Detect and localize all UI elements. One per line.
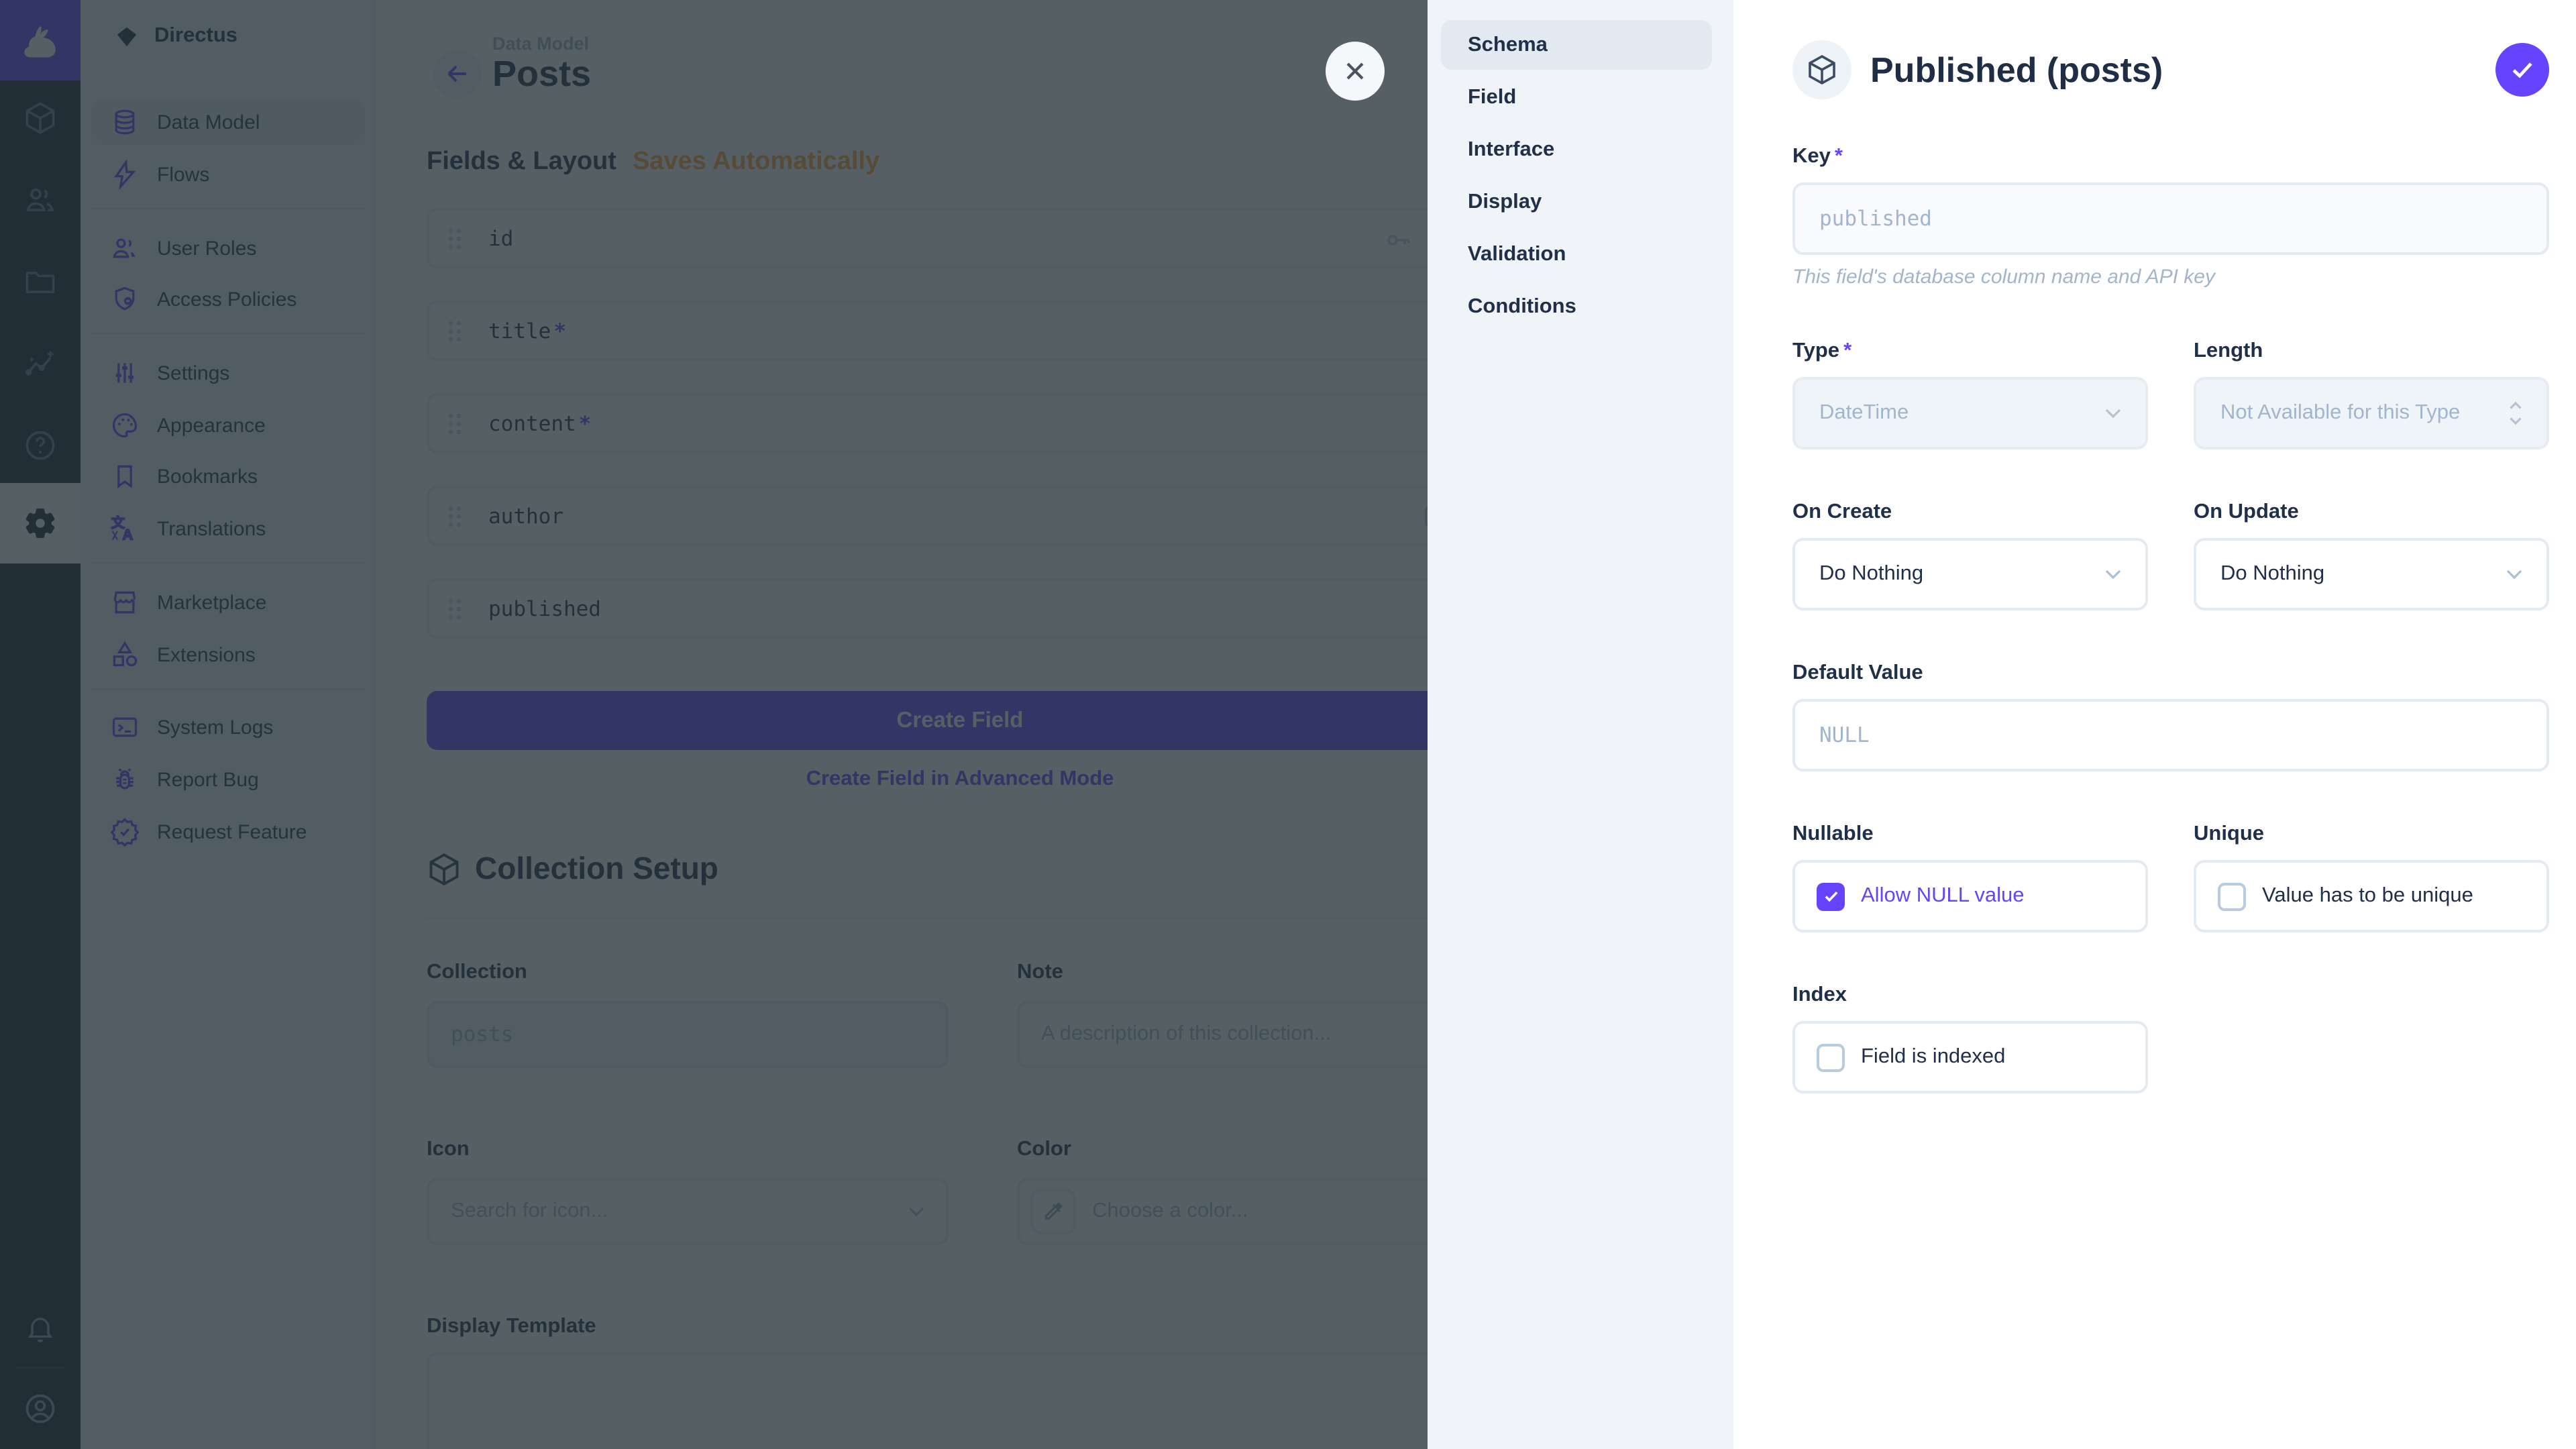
default-value-label: Default Value: [1792, 661, 2549, 686]
check-icon: [1821, 887, 1840, 906]
default-value-field[interactable]: [1819, 723, 2522, 747]
save-button[interactable]: [2496, 43, 2549, 97]
index-checkbox-row[interactable]: Field is indexed: [1792, 1021, 2148, 1093]
unique-checkbox-label: Value has to be unique: [2262, 884, 2473, 908]
unique-checkbox-row[interactable]: Value has to be unique: [2194, 860, 2549, 932]
drawer-main: Published (posts) Key* This field's data…: [1733, 0, 2576, 1449]
chevron-down-icon: [2100, 400, 2127, 427]
index-label: Index: [1792, 983, 2148, 1008]
chevron-down-icon: [2100, 561, 2127, 588]
on-create-value: Do Nothing: [1819, 562, 1923, 586]
length-label: Length: [2194, 339, 2549, 364]
checkbox-unchecked-icon[interactable]: [2218, 882, 2246, 910]
type-value: DateTime: [1819, 401, 1909, 425]
field-type-icon-circle: [1792, 40, 1851, 99]
key-input-field[interactable]: [1819, 207, 2522, 231]
nullable-checkbox-label: Allow NULL value: [1861, 884, 2025, 908]
nullable-checkbox-row[interactable]: Allow NULL value: [1792, 860, 2148, 932]
tab-validation[interactable]: Validation: [1441, 229, 1712, 279]
tab-interface[interactable]: Interface: [1441, 125, 1712, 174]
key-input[interactable]: [1792, 182, 2549, 255]
on-update-select[interactable]: Do Nothing: [2194, 538, 2549, 610]
length-input[interactable]: Not Available for this Type: [2194, 377, 2549, 449]
app-window: Directus Data Model Flows User Roles Acc…: [0, 0, 2576, 1449]
check-icon: [2508, 55, 2537, 85]
on-update-value: Do Nothing: [2220, 562, 2324, 586]
drawer-tab-sidebar: Schema Field Interface Display Validatio…: [1428, 0, 1733, 1449]
on-create-label: On Create: [1792, 500, 2148, 525]
tab-display[interactable]: Display: [1441, 177, 1712, 227]
close-icon: [1340, 56, 1370, 86]
checkbox-unchecked-icon[interactable]: [1817, 1043, 1845, 1071]
type-select[interactable]: DateTime: [1792, 377, 2148, 449]
required-mark: *: [1843, 339, 1851, 362]
type-label: Type: [1792, 339, 1839, 362]
required-mark: *: [1835, 145, 1843, 168]
field-detail-drawer: Schema Field Interface Display Validatio…: [1428, 0, 2576, 1449]
close-drawer-button[interactable]: [1326, 42, 1385, 101]
drawer-title: Published (posts): [1870, 49, 2477, 91]
index-checkbox-label: Field is indexed: [1861, 1045, 2005, 1069]
tab-field[interactable]: Field: [1441, 72, 1712, 122]
default-value-input[interactable]: [1792, 699, 2549, 771]
tab-conditions[interactable]: Conditions: [1441, 282, 1712, 331]
checkbox-checked-icon[interactable]: [1817, 882, 1845, 910]
unique-label: Unique: [2194, 822, 2549, 847]
nullable-label: Nullable: [1792, 822, 2148, 847]
key-helper-text: This field's database column name and AP…: [1792, 266, 2549, 288]
length-value: Not Available for this Type: [2220, 401, 2460, 425]
stepper-icon[interactable]: [2504, 396, 2528, 431]
on-create-select[interactable]: Do Nothing: [1792, 538, 2148, 610]
box-icon: [1806, 54, 1838, 86]
tab-schema[interactable]: Schema: [1441, 20, 1712, 70]
key-label: Key: [1792, 145, 1831, 168]
on-update-label: On Update: [2194, 500, 2549, 525]
chevron-down-icon: [2501, 561, 2528, 588]
